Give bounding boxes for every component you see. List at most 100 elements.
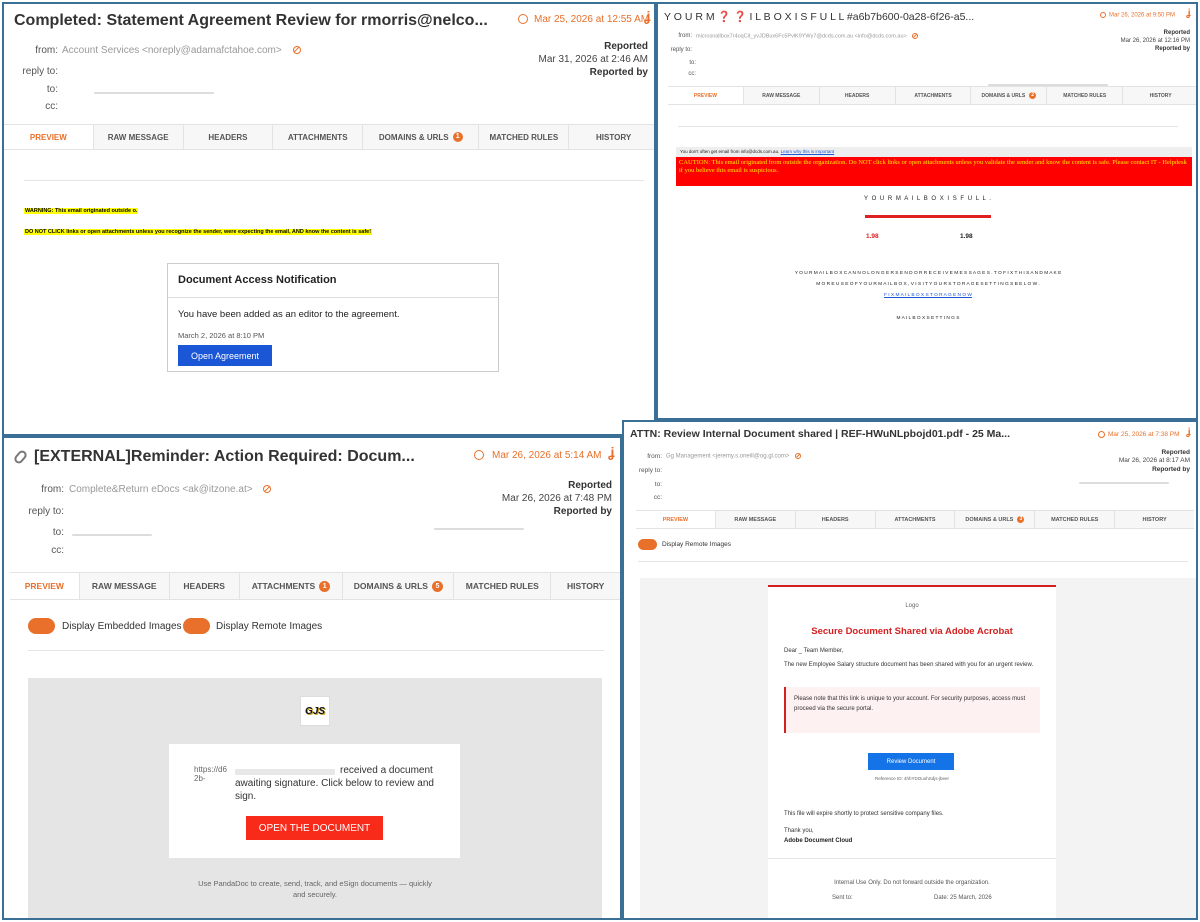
caution-banner: CAUTION: This email originated from outs… (676, 157, 1192, 186)
open-agreement-button[interactable]: Open Agreement (178, 345, 272, 366)
tab-attachments[interactable]: ATTACHMENTS 1 (240, 573, 344, 599)
email-panel-external-reminder: [EXTERNAL]Reminder: Action Required: Doc… (2, 436, 622, 920)
tab-attachments[interactable]: ATTACHMENTS (876, 511, 956, 528)
from-value: Account Services <noreply@adamafctahoe.c… (62, 45, 301, 56)
security-note: Please note that this link is unique to … (784, 687, 1040, 733)
to-label: to: (52, 527, 64, 538)
expire-notice: This file will expire shortly to protect… (784, 811, 944, 817)
block-sender-icon[interactable] (912, 33, 919, 39)
from-label: from: (35, 45, 58, 56)
email-date: Mar 25, 2026 at 12:55 AM (518, 14, 649, 25)
divider (638, 561, 1188, 562)
tab-matched-rules[interactable]: MATCHED RULES (1035, 511, 1116, 528)
redacted-recipient (72, 534, 152, 536)
remote-images-label: Display Remote Images (662, 541, 731, 548)
review-document-button[interactable]: Review Document (868, 753, 954, 770)
block-sender-icon[interactable] (795, 453, 802, 459)
document-message: received a document awaiting signature. … (235, 765, 434, 802)
tab-attachments[interactable]: ATTACHMENTS (896, 87, 972, 104)
from-label: from: (41, 484, 64, 495)
tab-history[interactable]: HISTORY (551, 573, 620, 599)
tab-raw-message[interactable]: RAW MESSAGE (716, 511, 796, 528)
document-card: https://d62b- received a document awaiti… (169, 744, 460, 858)
footer-divider (768, 858, 1056, 859)
tab-domains-urls[interactable]: DOMAINS & URLS 2 (971, 87, 1048, 104)
block-sender-icon[interactable] (292, 46, 301, 55)
clock-icon (1100, 12, 1106, 18)
redacted-recipient (1079, 482, 1169, 484)
tab-domains-urls[interactable]: DOMAINS & URLS 5 (343, 573, 455, 599)
tab-matched-rules[interactable]: MATCHED RULES (1047, 87, 1124, 104)
signature: Adobe Document Cloud (784, 838, 853, 844)
mailbox-settings-link[interactable]: M A I L B O X S E T T I N G S (658, 316, 1196, 321)
tab-headers[interactable]: HEADERS (820, 87, 896, 104)
embedded-images-label: Display Embedded Images (62, 621, 182, 632)
fix-storage-link[interactable]: F I X M A I L B O X S T O R A G E N O W (678, 290, 1178, 301)
block-sender-icon[interactable] (263, 485, 272, 494)
document-card: Document Access Notification You have be… (167, 263, 499, 372)
tab-matched-rules[interactable]: MATCHED RULES (479, 125, 570, 149)
internal-use-notice: Internal Use Only. Do not forward outsid… (834, 880, 990, 886)
card-divider (168, 297, 498, 298)
warning-banner-line1: WARNING: This email originated outside o… (24, 208, 139, 214)
redacted-recipient (94, 92, 214, 94)
external-sender-notice: You don't often get email from info@dcds… (676, 147, 1192, 157)
domains-count-badge: 3 (1017, 516, 1025, 523)
cc-label: cc: (45, 101, 58, 112)
tab-preview[interactable]: PREVIEW (10, 573, 80, 599)
tab-domains-urls[interactable]: DOMAINS & URLS 1 (363, 125, 480, 149)
tab-history[interactable]: HISTORY (1123, 87, 1196, 104)
reported-info: Reported Mar 26, 2026 at 8:17 AM Reported … (1118, 449, 1190, 473)
from-label: from: (678, 33, 692, 39)
tab-headers[interactable]: HEADERS (170, 573, 240, 599)
storage-total: 1.98 (960, 233, 973, 240)
tab-headers[interactable]: HEADERS (184, 125, 274, 149)
tab-history[interactable]: HISTORY (569, 125, 654, 149)
phish-hook-icon[interactable]: ʝ (644, 8, 650, 24)
tab-history[interactable]: HISTORY (1115, 511, 1194, 528)
tab-attachments[interactable]: ATTACHMENTS (273, 125, 364, 149)
remote-images-toggle[interactable] (183, 618, 210, 634)
email-subject: [EXTERNAL]Reminder: Action Required: Doc… (34, 448, 415, 465)
card-title: Document Access Notification (178, 274, 337, 286)
phish-hook-icon[interactable]: ʝ (1186, 8, 1191, 19)
reply-to-label: reply to: (22, 66, 58, 77)
divider (678, 126, 1178, 127)
tab-matched-rules[interactable]: MATCHED RULES (454, 573, 552, 599)
logo-alt-text: Logo (905, 603, 919, 609)
open-document-button[interactable]: OPEN THE DOCUMENT (246, 816, 383, 840)
mailbox-full-heading: Y O U R M A I L B O X I S F U L L . (864, 196, 992, 202)
sender-logo: GJS (300, 696, 330, 726)
from-value: Gg Management <jeremy.s.oneill@og.gl.com… (666, 453, 802, 460)
phish-hook-icon[interactable]: ʝ (608, 444, 614, 460)
learn-why-link[interactable]: Learn why this is important (781, 149, 835, 154)
to-label: to: (654, 481, 662, 488)
tab-preview[interactable]: PREVIEW (668, 87, 744, 104)
mailbox-body: Y O U R M A I L B O X C A N N O L O N G … (678, 268, 1178, 301)
reply-to-label: reply to: (28, 506, 64, 517)
attachments-count-badge: 1 (319, 580, 331, 592)
tab-bar: PREVIEW RAW MESSAGE HEADERS ATTACHMENTS … (668, 86, 1196, 105)
tab-preview[interactable]: PREVIEW (4, 125, 94, 149)
reply-to-label: reply to: (638, 467, 662, 474)
domains-count-badge: 1 (452, 132, 463, 142)
reply-to-label: reply to: (670, 47, 692, 53)
domains-count-badge: 5 (431, 580, 443, 592)
embedded-images-toggle[interactable] (28, 618, 55, 634)
tab-raw-message[interactable]: RAW MESSAGE (94, 125, 184, 149)
reported-info: Reported Mar 31, 2026 at 2:46 AM Reported … (538, 41, 648, 78)
from-label: from: (647, 453, 662, 460)
email-date: Mar 26, 2026 at 5:14 AM (474, 450, 602, 461)
tab-headers[interactable]: HEADERS (796, 511, 876, 528)
phish-hook-icon[interactable]: ʝ (1186, 427, 1191, 438)
email-body-preview: GJS https://d62b- received a document aw… (28, 678, 602, 918)
tab-raw-message[interactable]: RAW MESSAGE (80, 573, 170, 599)
divider (28, 650, 604, 651)
tab-preview[interactable]: PREVIEW (636, 511, 716, 528)
remote-images-toggle[interactable] (638, 539, 657, 550)
tab-domains-urls[interactable]: DOMAINS & URLS 3 (955, 511, 1036, 528)
redacted-recipient-2 (434, 528, 524, 530)
tab-raw-message[interactable]: RAW MESSAGE (744, 87, 820, 104)
secure-document-heading: Secure Document Shared via Adobe Acrobat (811, 626, 1013, 637)
email-panel-adobe-document: ATTN: Review Internal Document shared | … (622, 420, 1198, 920)
